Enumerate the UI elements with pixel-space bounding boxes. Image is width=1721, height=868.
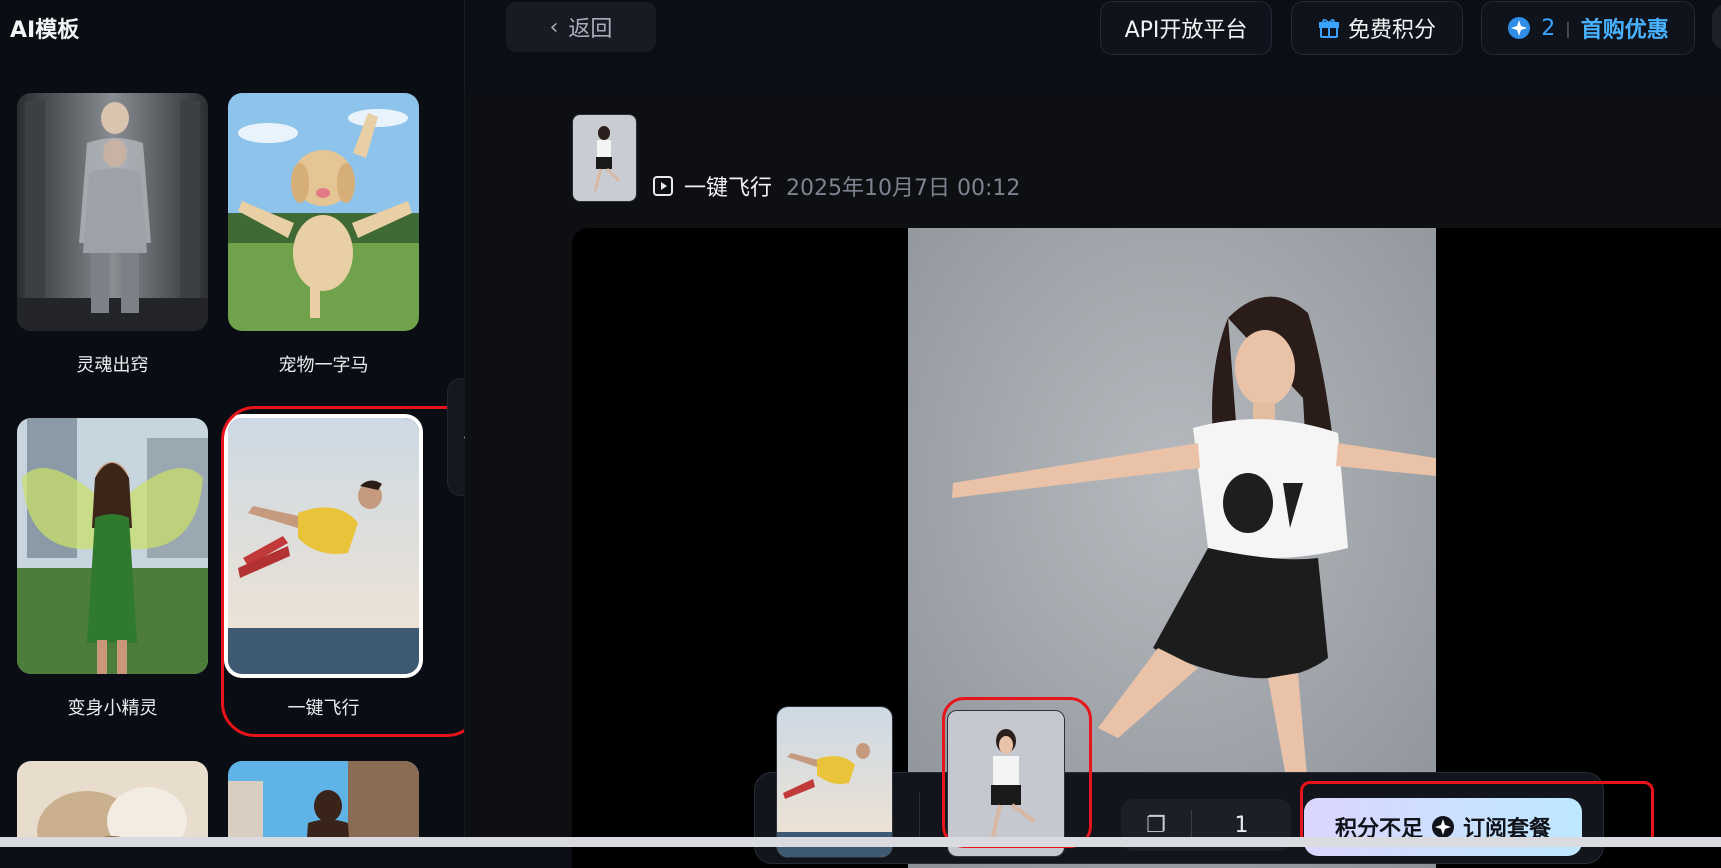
task-name: 一键飞行	[684, 176, 773, 201]
credit-balance: 2	[1541, 15, 1556, 41]
first-purchase-offer-button[interactable]: 2 | 首购优惠	[1481, 1, 1695, 55]
template-label: 灵魂出窍	[76, 355, 149, 376]
api-platform-label: API开放平台	[1124, 18, 1248, 43]
template-card-fly[interactable]: 一键飞行	[228, 418, 419, 720]
template-card-fairy[interactable]: 变身小精灵	[17, 418, 208, 720]
template-label: 一键飞行	[287, 698, 360, 719]
template-thumb	[17, 93, 208, 331]
template-thumb	[228, 418, 419, 674]
divider: |	[1565, 18, 1571, 38]
template-thumb	[17, 418, 208, 674]
main-content: 一键飞行 2025年10月7日 00:12	[465, 94, 1721, 868]
template-card[interactable]	[17, 761, 208, 847]
gift-icon	[1318, 19, 1339, 38]
task-source-thumbnail[interactable]	[572, 114, 637, 202]
template-card[interactable]	[228, 761, 419, 847]
task-header: 一键飞行 2025年10月7日 00:12	[652, 170, 1020, 202]
free-credits-button[interactable]: 免费积分	[1291, 1, 1463, 55]
chevron-left-icon: ‹	[549, 14, 559, 40]
template-thumb	[17, 761, 208, 847]
batch-icon: ❐	[1146, 812, 1166, 838]
template-thumb	[228, 761, 419, 847]
template-card-soul[interactable]: 灵魂出窍	[17, 93, 208, 377]
video-play-icon	[653, 176, 673, 196]
template-card-pet-split[interactable]: 宠物一字马	[228, 93, 419, 377]
task-timestamp: 2025年10月7日 00:12	[786, 176, 1021, 201]
reference-template-thumbnail[interactable]	[776, 706, 893, 858]
top-bar: ‹ 返回 API开放平台 免费积分 2 | 首购优惠	[465, 0, 1721, 94]
subscribe-highlight	[1300, 781, 1654, 845]
output-count-value: 1	[1234, 812, 1249, 838]
template-thumb	[228, 93, 419, 331]
credit-star-icon	[1508, 17, 1531, 39]
first-purchase-label: 首购优惠	[1580, 18, 1669, 43]
back-button[interactable]: ‹ 返回	[506, 2, 656, 52]
back-label: 返回	[568, 17, 613, 42]
template-label: 宠物一字马	[278, 355, 369, 376]
template-sidebar: AI模板 灵魂出窍 宠物一字马 变身小精灵 一键飞行	[0, 0, 465, 847]
template-label: 变身小精灵	[67, 698, 158, 719]
sidebar-title: AI模板	[10, 18, 80, 43]
api-platform-button[interactable]: API开放平台	[1100, 1, 1272, 55]
window-bottom-edge	[0, 837, 1721, 847]
free-credits-label: 免费积分	[1347, 18, 1436, 43]
avatar[interactable]	[1712, 4, 1721, 50]
selected-photo-highlight	[942, 697, 1092, 848]
